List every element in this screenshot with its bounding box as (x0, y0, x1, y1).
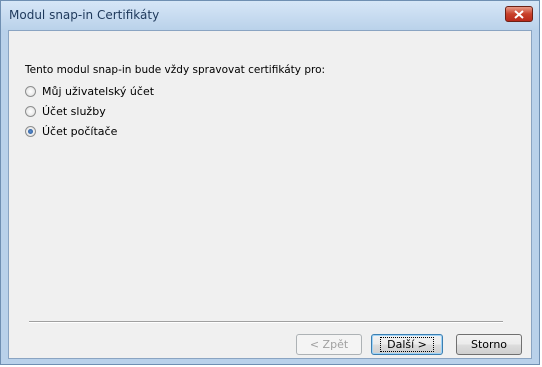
radio-button[interactable] (25, 85, 36, 97)
radio-button[interactable] (25, 105, 36, 117)
dialog-window: Modul snap-in Certifikáty Tento modul sn… (0, 0, 540, 365)
separator (29, 321, 503, 323)
close-icon (514, 10, 524, 19)
prompt-text: Tento modul snap-in bude vždy spravovat … (25, 64, 326, 76)
next-button-label: Další > (380, 337, 434, 352)
next-button[interactable]: Další > (371, 334, 443, 355)
radio-service-account[interactable]: Účet služby (25, 103, 106, 119)
cancel-button[interactable]: Storno (456, 334, 522, 355)
title-bar[interactable]: Modul snap-in Certifikáty (1, 1, 539, 30)
window-title: Modul snap-in Certifikáty (9, 8, 160, 22)
radio-label-my-user-account: Můj uživatelský účet (42, 84, 155, 98)
radio-label-computer-account: Účet počítače (42, 124, 118, 138)
back-button[interactable]: < Zpět (296, 334, 362, 355)
close-button[interactable] (505, 6, 533, 22)
dialog-client-area: Tento modul snap-in bude vždy spravovat … (8, 30, 532, 359)
radio-computer-account[interactable]: Účet počítače (25, 123, 117, 139)
radio-label-service-account: Účet služby (42, 104, 106, 118)
radio-button-checked[interactable] (25, 125, 36, 137)
radio-my-user-account[interactable]: Můj uživatelský účet (25, 83, 154, 99)
